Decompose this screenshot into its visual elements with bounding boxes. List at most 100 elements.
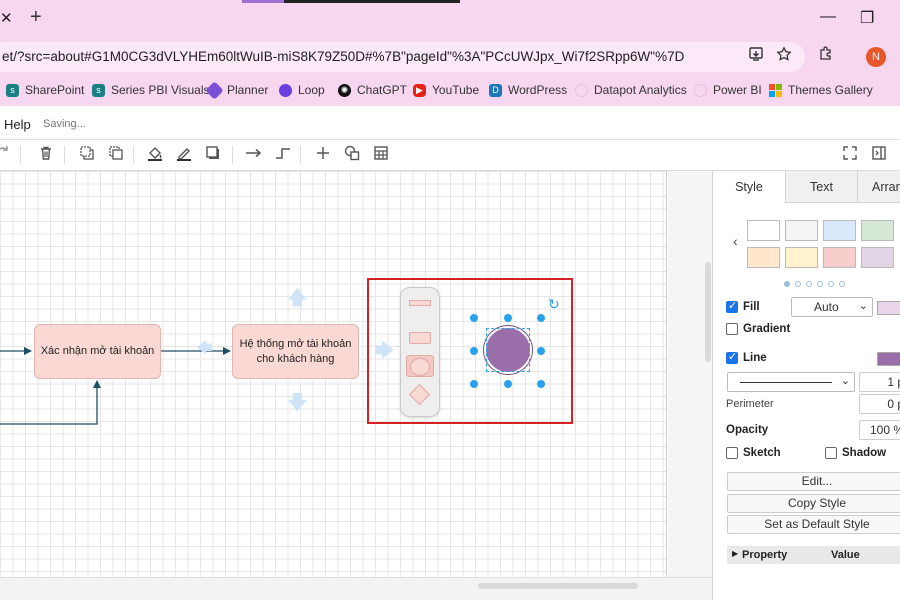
quick-shape-picker[interactable] — [400, 287, 440, 417]
shape-option-text[interactable] — [409, 300, 431, 306]
line-checkbox-row[interactable]: Line — [726, 350, 767, 364]
shadow-checkbox-row[interactable]: Shadow — [825, 447, 886, 459]
fill-checkbox[interactable] — [726, 299, 738, 313]
tab-arrange[interactable]: Arran — [857, 171, 900, 203]
fill-mode-select[interactable]: Auto ⌄ — [791, 297, 873, 317]
gradient-checkbox-row[interactable]: Gradient — [726, 323, 790, 335]
waypoints-icon[interactable] — [274, 145, 292, 165]
rotate-handle-icon[interactable]: ↻ — [548, 296, 560, 313]
property-grid-header[interactable]: ▶ Property Value — [727, 546, 900, 564]
line-width-input[interactable]: 1 p — [859, 372, 900, 392]
extensions-icon[interactable] — [818, 45, 834, 66]
resize-handle-s[interactable] — [504, 380, 512, 388]
resize-handle-se[interactable] — [537, 380, 545, 388]
bookmark-loop[interactable]: Loop — [279, 83, 325, 97]
resize-handle-sw[interactable] — [470, 380, 478, 388]
style-swatch-5[interactable] — [747, 247, 780, 268]
hover-arrow-left-icon[interactable]: 🡄 — [196, 341, 213, 357]
bookmark-planner[interactable]: Planner — [205, 80, 268, 100]
bookmark-datapot-analytics[interactable]: Datapot Analytics — [575, 83, 687, 97]
hover-arrow-down-icon[interactable]: 🡇 — [287, 393, 308, 413]
to-front-icon[interactable] — [79, 145, 95, 165]
swatch-pager[interactable] — [784, 276, 850, 290]
style-swatch-1[interactable] — [747, 220, 780, 241]
bookmark-star-icon[interactable] — [776, 46, 792, 67]
resize-handle-nw[interactable] — [470, 314, 478, 322]
perimeter-input[interactable]: 0 p — [859, 394, 900, 414]
fill-color-chip[interactable] — [877, 301, 900, 315]
diagram-canvas[interactable]: Xác nhận mở tài khoản Hệ thống mở tài kh… — [0, 171, 667, 577]
connection-arrow-icon[interactable] — [245, 145, 263, 165]
bookmark-power-bi[interactable]: Power BI — [694, 83, 762, 97]
tab-close-icon[interactable]: ✕ — [0, 9, 13, 27]
bookmark-youtube[interactable]: ▶ YouTube — [413, 83, 479, 97]
resize-handle-ne[interactable] — [537, 314, 545, 322]
pager-dot[interactable] — [784, 281, 790, 287]
menu-help[interactable]: Help — [4, 117, 31, 132]
shape-option-ellipse[interactable] — [410, 358, 430, 376]
process-node-open-account[interactable]: Hệ thống mở tài khoản cho khách hàng — [232, 324, 359, 379]
tab-text[interactable]: Text — [785, 171, 857, 203]
delete-icon[interactable] — [38, 145, 54, 165]
shapes-icon[interactable] — [344, 145, 360, 165]
line-checkbox[interactable] — [726, 350, 738, 364]
minimize-button[interactable]: — — [820, 8, 836, 26]
edit-style-button[interactable]: Edit... — [727, 472, 900, 491]
url-text[interactable]: et/?src=about#G1M0CG3dVLYHEm60ltWuIB-miS… — [2, 49, 684, 64]
pager-dot[interactable] — [817, 281, 823, 287]
pager-dot[interactable] — [806, 281, 812, 287]
table-icon[interactable] — [373, 145, 389, 165]
sketch-checkbox[interactable] — [726, 447, 738, 459]
bookmark-label: Themes Gallery — [788, 83, 873, 97]
process-node-confirm-account[interactable]: Xác nhận mở tài khoản — [34, 324, 161, 379]
copy-style-button[interactable]: Copy Style — [727, 494, 900, 513]
line-pattern-select[interactable]: ⌄ — [727, 372, 855, 392]
style-swatch-8[interactable] — [861, 247, 894, 268]
vertical-scrollbar[interactable] — [705, 262, 711, 362]
address-bar[interactable]: et/?src=about#G1M0CG3dVLYHEm60ltWuIB-miS… — [0, 42, 805, 72]
to-back-icon[interactable] — [108, 145, 124, 165]
bookmark-wordpress[interactable]: D WordPress — [489, 83, 567, 97]
bookmark-chatgpt[interactable]: ✺ ChatGPT — [338, 83, 407, 97]
profile-avatar[interactable]: N — [866, 47, 886, 67]
style-swatch-2[interactable] — [785, 220, 818, 241]
pager-dot[interactable] — [795, 281, 801, 287]
shape-option-rhombus[interactable] — [408, 383, 431, 406]
tab-style[interactable]: Style — [713, 171, 785, 203]
sketch-checkbox-row[interactable]: Sketch — [726, 447, 781, 459]
fill-color-icon[interactable] — [147, 145, 163, 165]
style-swatch-6[interactable] — [785, 247, 818, 268]
style-swatch-3[interactable] — [823, 220, 856, 241]
resize-handle-n[interactable] — [504, 314, 512, 322]
format-panel-toggle-icon[interactable] — [871, 145, 887, 165]
resize-handle-w[interactable] — [470, 347, 478, 355]
line-color-icon[interactable] — [176, 145, 192, 165]
resize-handle-e[interactable] — [537, 347, 545, 355]
install-app-icon[interactable] — [748, 46, 764, 67]
chevron-down-icon: ⌄ — [840, 375, 850, 387]
hover-arrow-up-icon[interactable]: 🡅 — [287, 288, 308, 308]
shadow-icon[interactable] — [205, 145, 221, 165]
style-swatch-7[interactable] — [823, 247, 856, 268]
redo-icon[interactable] — [0, 144, 10, 164]
fill-checkbox-row[interactable]: Fill — [726, 299, 760, 313]
microsoft-icon — [769, 83, 782, 97]
gradient-checkbox[interactable] — [726, 323, 738, 335]
insert-plus-icon[interactable] — [315, 145, 331, 165]
bookmark-sharepoint[interactable]: s SharePoint — [6, 83, 84, 97]
horizontal-scrollbar[interactable] — [478, 583, 638, 589]
set-default-style-button[interactable]: Set as Default Style — [727, 515, 900, 534]
fullscreen-icon[interactable] — [842, 145, 858, 165]
pager-dot[interactable] — [839, 281, 845, 287]
style-swatch-4[interactable] — [861, 220, 894, 241]
opacity-input[interactable]: 100 % — [859, 420, 900, 440]
new-tab-button[interactable]: + — [30, 6, 42, 29]
line-color-chip[interactable] — [877, 352, 900, 366]
bookmark-series-pbi-visuals[interactable]: s Series PBI Visuals — [92, 83, 210, 97]
pager-dot[interactable] — [828, 281, 834, 287]
restore-button[interactable]: ❐ — [860, 8, 874, 28]
shape-option-rectangle[interactable] — [409, 332, 431, 344]
bookmark-themes-gallery[interactable]: Themes Gallery — [769, 83, 873, 97]
shadow-checkbox[interactable] — [825, 447, 837, 459]
swatch-prev-icon[interactable]: ‹ — [733, 233, 738, 249]
